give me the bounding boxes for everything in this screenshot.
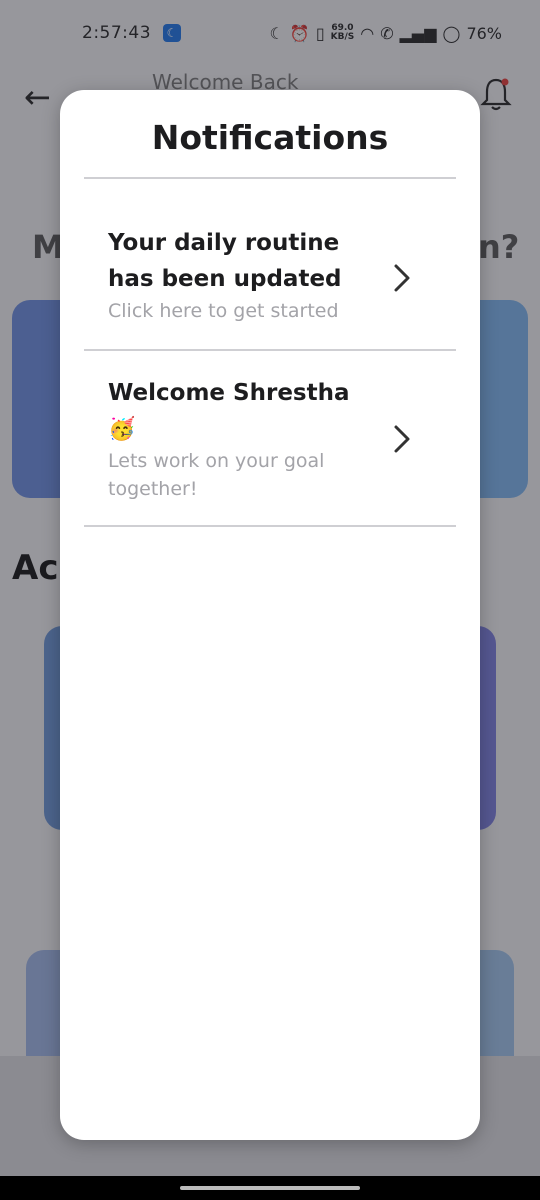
notification-subtitle: Click here to get started [108, 300, 339, 322]
home-gesture-pill[interactable] [180, 1186, 360, 1190]
notifications-modal: Notifications Your daily routine has bee… [60, 90, 480, 1140]
notification-title: Welcome Shrestha 🥳 [108, 375, 370, 448]
divider [84, 525, 456, 527]
notification-item[interactable]: Your daily routine has been updated Clic… [84, 179, 456, 349]
notification-title: Your daily routine has been updated [108, 230, 342, 292]
notification-item[interactable]: Welcome Shrestha 🥳 Lets work on your goa… [84, 351, 456, 525]
notification-subtitle: Lets work on your goal together! [108, 450, 325, 500]
notification-title-text: Welcome Shrestha [108, 380, 350, 406]
chevron-right-icon [394, 264, 410, 292]
system-nav-bar [0, 1176, 540, 1200]
chevron-right-icon [394, 425, 410, 453]
modal-title: Notifications [151, 118, 389, 157]
party-face-emoji: 🥳 [108, 417, 136, 442]
